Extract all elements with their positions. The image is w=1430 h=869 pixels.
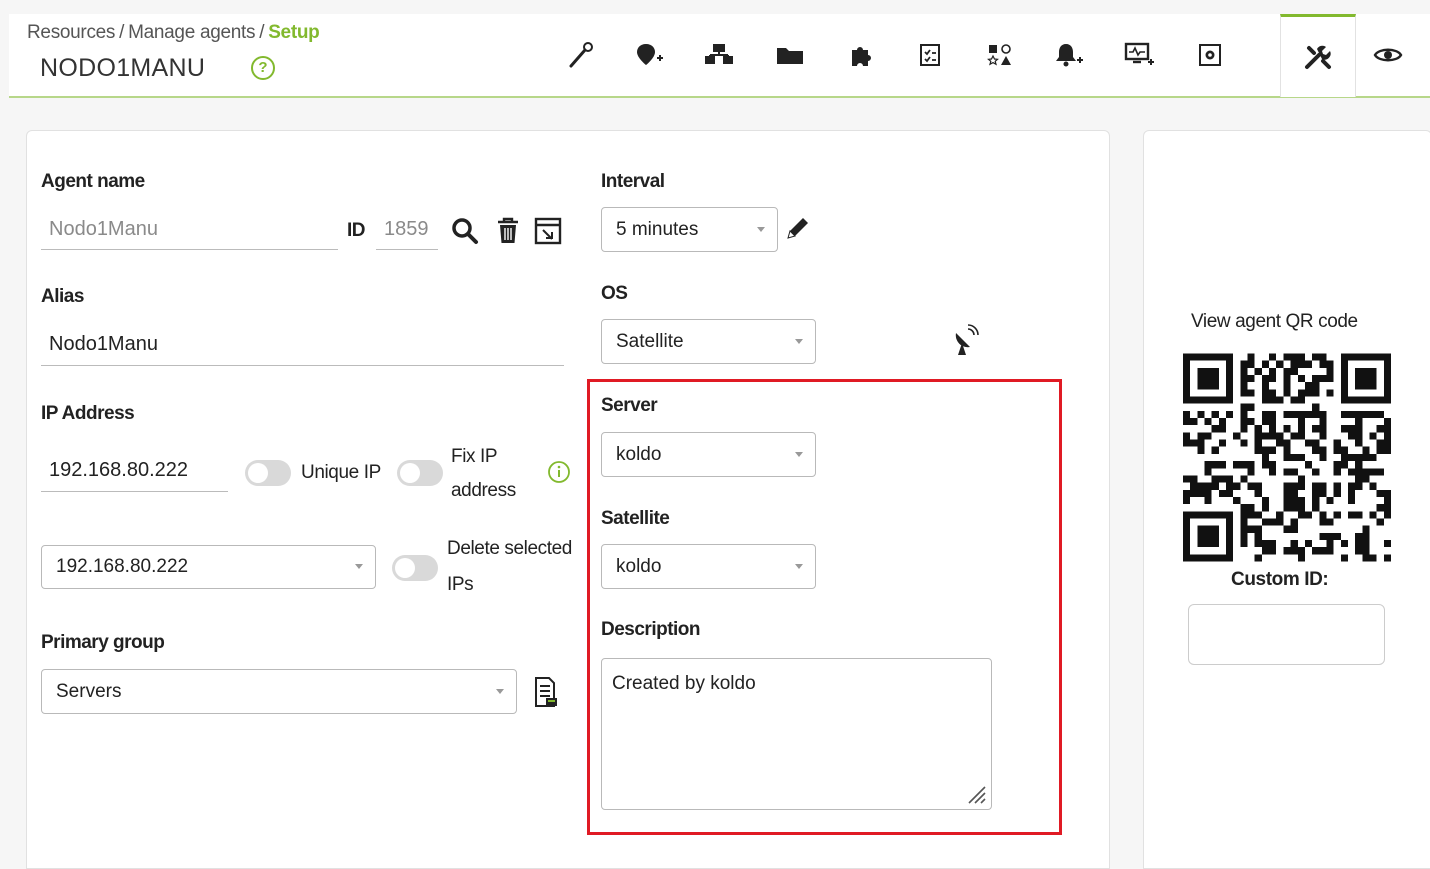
edit-interval-button[interactable] <box>784 214 812 247</box>
server-document-icon <box>535 677 557 707</box>
tab-shapes[interactable] <box>971 14 1029 96</box>
tab-settings-box[interactable] <box>1181 14 1239 96</box>
ip-address-input[interactable] <box>41 450 228 492</box>
interval-value: 5 minutes <box>616 218 699 240</box>
tab-plugins[interactable] <box>832 14 890 96</box>
group-info-button[interactable] <box>533 676 559 713</box>
satellite-dish-icon <box>950 323 982 364</box>
bell-plus-icon <box>1056 44 1083 67</box>
page-header: Resources / Manage agents / Setup NODO1MANU … <box>9 14 1430 98</box>
tab-wand[interactable] <box>552 14 610 96</box>
delete-selected-label-line1: Delete selected <box>447 538 572 559</box>
location-plus-icon <box>637 44 663 65</box>
tab-alerts-add[interactable] <box>620 14 678 96</box>
ip-list-select[interactable]: 192.168.80.222 <box>41 545 376 589</box>
trash-icon <box>498 217 518 243</box>
unique-ip-toggle[interactable] <box>245 460 291 486</box>
qr-title: View agent QR code <box>1191 311 1358 332</box>
delete-button[interactable] <box>495 216 521 251</box>
highlight-box <box>587 379 1062 835</box>
tab-view[interactable] <box>1359 14 1417 96</box>
custom-id-label: Custom ID: <box>1231 569 1329 590</box>
tab-setup[interactable] <box>1280 14 1356 97</box>
ip-address-label: IP Address <box>41 403 135 424</box>
tab-bell-add[interactable] <box>1041 14 1099 96</box>
fix-ip-toggle[interactable] <box>397 460 443 486</box>
primary-group-label: Primary group <box>41 632 165 653</box>
pencil-icon <box>787 218 808 239</box>
tab-folder[interactable] <box>761 14 819 96</box>
custom-id-input[interactable] <box>1188 604 1385 665</box>
wand-icon <box>569 42 593 68</box>
puzzle-icon <box>852 47 871 66</box>
interval-label: Interval <box>601 171 665 192</box>
delete-selected-ips-toggle[interactable] <box>392 555 438 581</box>
os-select[interactable]: Satellite <box>601 319 816 364</box>
agent-name-input[interactable] <box>41 210 338 250</box>
chevron-down-icon <box>757 226 765 232</box>
search-icon <box>452 218 478 244</box>
delete-selected-label-line2: IPs <box>447 574 474 595</box>
unique-ip-label: Unique IP <box>301 462 381 483</box>
chevron-down-icon <box>795 338 803 344</box>
fix-ip-label-line1: Fix IP <box>451 446 498 467</box>
info-icon[interactable] <box>547 460 571 489</box>
open-agent-button[interactable] <box>533 216 563 251</box>
qr-code-image[interactable] <box>1183 353 1391 562</box>
alias-input[interactable] <box>41 324 564 366</box>
shapes-icon <box>987 44 1011 66</box>
settings-box-icon <box>1199 44 1221 66</box>
alias-label: Alias <box>41 286 84 307</box>
fix-ip-label-line2: address <box>451 480 516 501</box>
folder-icon <box>777 48 803 64</box>
id-label: ID <box>347 220 366 241</box>
tools-icon <box>1305 45 1331 69</box>
network-icon <box>705 44 733 64</box>
primary-group-select[interactable]: Servers <box>41 669 517 714</box>
tab-checklist[interactable] <box>901 14 959 96</box>
os-label: OS <box>601 283 628 304</box>
id-input[interactable] <box>376 210 438 250</box>
os-value: Satellite <box>616 330 684 352</box>
tab-monitor-add[interactable] <box>1111 14 1169 96</box>
chevron-down-icon <box>496 688 504 694</box>
search-button[interactable] <box>450 216 480 251</box>
tab-network[interactable] <box>690 14 748 96</box>
ip-list-value: 192.168.80.222 <box>56 556 189 577</box>
monitor-plus-icon <box>1124 42 1154 65</box>
eye-icon <box>1373 48 1403 62</box>
primary-group-value: Servers <box>56 680 122 702</box>
open-window-icon <box>534 217 562 245</box>
interval-select[interactable]: 5 minutes <box>601 207 778 252</box>
chevron-down-icon <box>355 564 363 569</box>
tab-bar <box>9 14 1430 97</box>
checklist-icon <box>920 44 940 66</box>
agent-name-label: Agent name <box>41 171 145 192</box>
